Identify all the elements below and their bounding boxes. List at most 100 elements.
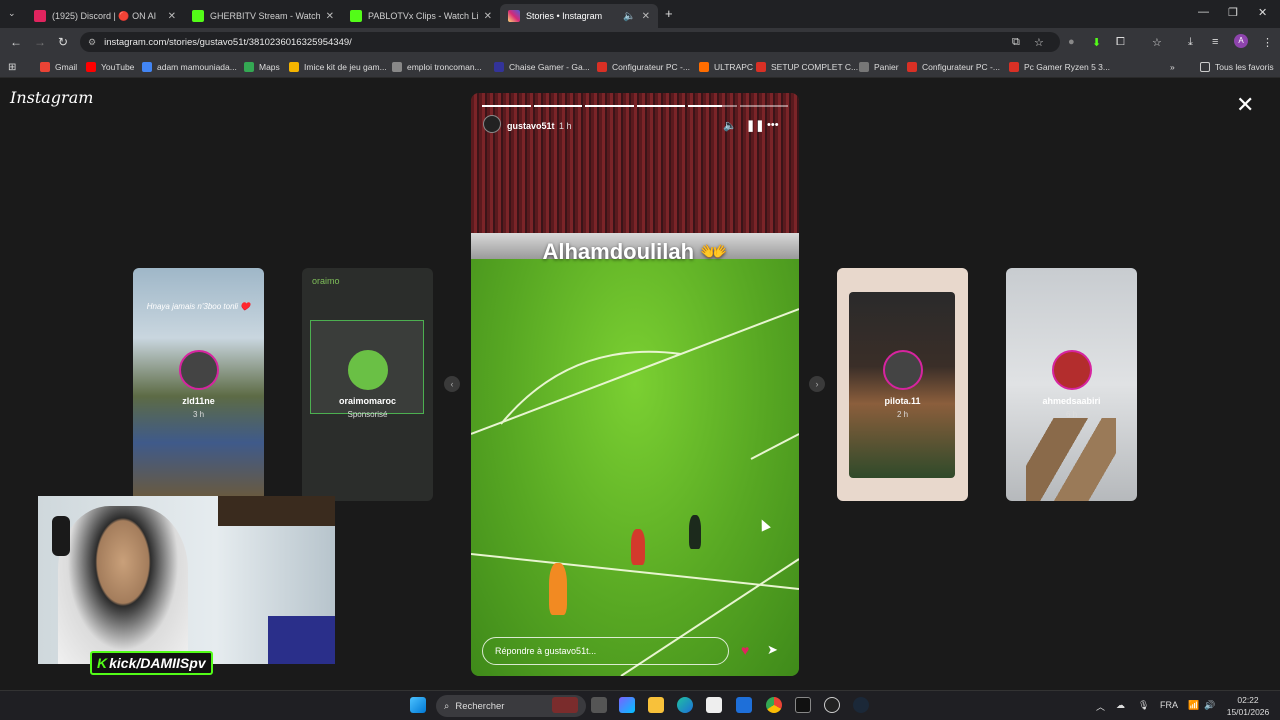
task-view-icon[interactable] (591, 697, 607, 713)
instagram-stories-page: Instagram ✕ Hnaya jamais n'3boo tonli ♥️… (0, 78, 1280, 690)
story-username[interactable]: gustavo51t (507, 121, 555, 131)
wifi-icon[interactable]: 📶 (1188, 700, 1199, 711)
stadium-crowd (471, 93, 799, 238)
webcam-overlay (38, 496, 335, 664)
story-preview-zld11ne[interactable]: Hnaya jamais n'3boo tonli ♥️ zld11ne 3 h (133, 268, 264, 501)
reading-list-icon[interactable]: ≡ (1212, 36, 1218, 48)
story-preview-pilota[interactable]: pilota.11 2 h (837, 268, 968, 501)
mail-icon[interactable] (736, 697, 752, 713)
bookmark-star-icon[interactable]: ☆ (1034, 36, 1044, 49)
window-close-icon[interactable]: ✕ (1258, 6, 1267, 19)
pause-icon[interactable]: ❚❚ (746, 119, 764, 132)
store-icon[interactable] (706, 697, 722, 713)
file-explorer-icon[interactable] (648, 697, 664, 713)
apps-grid-icon[interactable]: ⊞ (8, 60, 16, 74)
site-info-icon[interactable]: ⚙ (88, 37, 96, 48)
tray-app-icon[interactable]: ☁ (1116, 700, 1125, 711)
streamer-silhouette (58, 506, 188, 664)
widgets-icon[interactable] (552, 697, 578, 713)
bookmark-favicon-icon (756, 62, 766, 72)
favorites-icon[interactable]: ☆ (1152, 36, 1162, 49)
tab-close-icon[interactable]: ✕ (326, 11, 334, 22)
tab-instagram-stories[interactable]: Stories • Instagram 🔈 ✕ (500, 4, 658, 28)
speaker-icon[interactable]: 🔊 (1204, 700, 1215, 711)
story-preview-ahmedsaabiri[interactable]: ahmedsaabiri 6 h (1006, 268, 1137, 501)
bookmark-favicon-icon (907, 62, 917, 72)
bookmark-panier[interactable]: Panier (859, 60, 899, 74)
discord-favicon-icon (34, 10, 46, 22)
tab-search-icon[interactable]: ⌄ (8, 8, 16, 19)
forward-icon[interactable]: → (34, 35, 46, 49)
new-tab-button[interactable]: + (665, 6, 673, 21)
profile-avatar-icon[interactable]: A (1234, 34, 1248, 48)
system-clock[interactable]: 02:22 15/01/2026 (1220, 694, 1276, 718)
windows-start-icon[interactable] (410, 697, 426, 713)
mute-tab-icon[interactable]: 🔈 (623, 11, 635, 22)
bookmark-label: Gmail (55, 62, 78, 72)
language-indicator[interactable]: FRA (1160, 700, 1178, 710)
minimize-icon[interactable]: — (1198, 6, 1209, 18)
instagram-logo[interactable]: Instagram (10, 88, 93, 107)
bookmark-favicon-icon (597, 62, 607, 72)
extensions-puzzle-icon[interactable]: ⧠ (1116, 36, 1125, 49)
bookmark-youtube[interactable]: YouTube (86, 60, 134, 74)
bookmark-ultrapc[interactable]: ULTRAPC (699, 60, 753, 74)
bookmark-gmail[interactable]: Gmail (40, 60, 77, 74)
steam-icon[interactable] (853, 697, 869, 713)
bookmark-favicon-icon (392, 62, 402, 72)
downloads-icon[interactable]: ⤓ (1188, 36, 1193, 49)
bookmark-favicon-icon (1009, 62, 1019, 72)
bookmark-configurateur-1[interactable]: Configurateur PC -... (597, 60, 690, 74)
tab-discord[interactable]: (1925) Discord | 🔴 ON AI ✕ (26, 4, 184, 28)
install-app-icon[interactable]: ⧉ (1012, 36, 1020, 49)
reload-icon[interactable]: ↻ (58, 35, 68, 49)
close-stories-button[interactable]: ✕ (1236, 92, 1254, 118)
avatar[interactable] (483, 115, 501, 133)
download-extension-icon[interactable]: ⬇ (1092, 36, 1101, 49)
url-bar[interactable]: ⚙ instagram.com/stories/gustavo51t/38102… (80, 32, 1060, 52)
url-text: instagram.com/stories/gustavo51t/3810236… (104, 36, 352, 48)
tab-gherbitv[interactable]: GHERBITV Stream - Watch Live ✕ (184, 4, 342, 28)
tab-close-icon[interactable]: ✕ (168, 11, 176, 22)
bookmark-adam[interactable]: adam mamouniada... (142, 60, 237, 74)
obs-icon[interactable] (824, 697, 840, 713)
bookmark-configurateur-2[interactable]: Configurateur PC -... (907, 60, 1000, 74)
tab-label: GHERBITV Stream - Watch Live (210, 11, 320, 21)
chrome-icon[interactable] (766, 697, 782, 713)
edge-icon[interactable] (677, 697, 693, 713)
extension-icon[interactable]: ● (1068, 36, 1075, 48)
bookmark-emploi[interactable]: emploi troncoman... (392, 60, 482, 74)
story-preview-oraimomaroc[interactable]: oraimo oraimomaroc Sponsorisé (302, 268, 433, 501)
send-icon[interactable]: ➤ (767, 642, 778, 658)
address-toolbar: ← → ↻ ⚙ instagram.com/stories/gustavo51t… (0, 28, 1280, 56)
player-red (631, 529, 645, 565)
all-favorites-folder[interactable]: Tous les favoris (1200, 60, 1274, 74)
volume-icon[interactable]: 🔈 (723, 119, 737, 132)
capcut-icon[interactable] (795, 697, 811, 713)
back-icon[interactable]: ← (10, 35, 22, 49)
previous-story-icon[interactable]: ‹ (444, 376, 460, 392)
tab-label: PABLOTVx Clips - Watch Live o (368, 11, 478, 21)
tab-close-icon[interactable]: ✕ (642, 11, 650, 22)
menu-icon[interactable]: ⋮ (1262, 36, 1273, 49)
bookmark-imice[interactable]: Imice kit de jeu gam... (289, 60, 387, 74)
bookmark-chaise[interactable]: Chaise Gamer - Ga... (494, 60, 590, 74)
tab-close-icon[interactable]: ✕ (484, 11, 492, 22)
copilot-icon[interactable] (619, 697, 635, 713)
more-bookmarks-icon[interactable]: » (1170, 60, 1175, 74)
next-story-icon[interactable]: › (809, 376, 825, 392)
bookmark-pcgamer[interactable]: Pc Gamer Ryzen 5 3... (1009, 60, 1110, 74)
tab-label: (1925) Discord | 🔴 ON AI (52, 10, 157, 21)
bookmark-maps[interactable]: Maps (244, 60, 280, 74)
like-heart-icon[interactable]: ♥ (741, 642, 749, 658)
clock-date: 15/01/2026 (1226, 707, 1270, 717)
more-options-icon[interactable]: ••• (767, 119, 779, 131)
reply-input[interactable]: Répondre à gustavo51t... (482, 637, 729, 665)
tab-pablotvx[interactable]: PABLOTVx Clips - Watch Live o ✕ (342, 4, 500, 28)
story-progress-fill (533, 105, 582, 107)
tray-overflow-icon[interactable]: ︿ (1096, 700, 1105, 713)
bookmark-setup[interactable]: SETUP COMPLET C... (756, 60, 858, 74)
restore-icon[interactable]: ❐ (1228, 6, 1238, 19)
story-viewer[interactable]: gustavo51t 1 h 🔈 ❚❚ ••• Alhamdoulilah 👐 … (471, 93, 799, 676)
microphone-icon[interactable]: 🎙 (1138, 700, 1149, 711)
